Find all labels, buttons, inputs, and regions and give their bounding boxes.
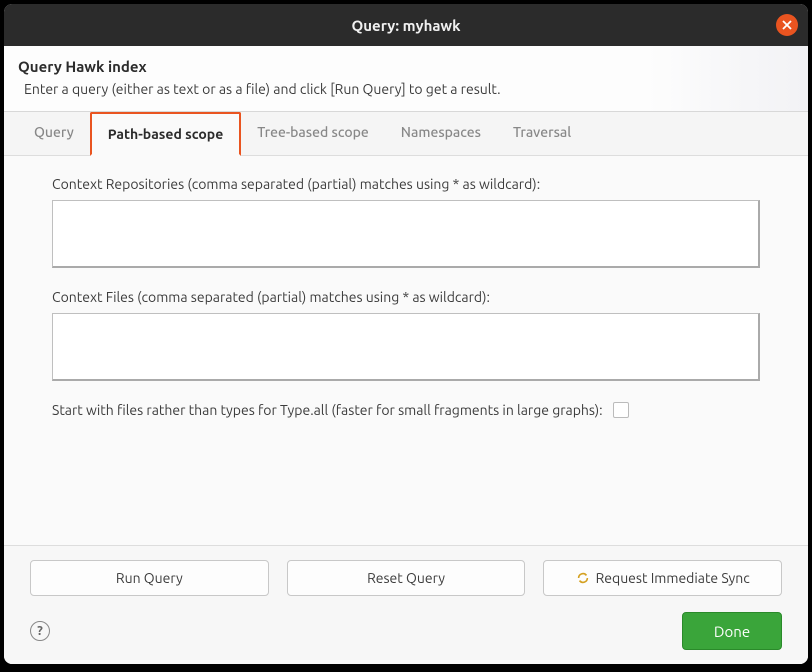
tab-query[interactable]: Query <box>18 112 90 155</box>
help-icon: ? <box>37 624 43 638</box>
reset-query-label: Reset Query <box>367 570 445 586</box>
context-repositories-label: Context Repositories (comma separated (p… <box>52 176 760 192</box>
tab-traversal[interactable]: Traversal <box>497 112 587 155</box>
done-button[interactable]: Done <box>682 612 782 650</box>
header-section: Query Hawk index Enter a query (either a… <box>4 46 808 112</box>
help-button[interactable]: ? <box>30 621 50 641</box>
window-title: Query: myhawk <box>351 17 460 34</box>
tab-tree-based-scope[interactable]: Tree-based scope <box>241 112 385 155</box>
button-row: Run Query Reset Query Request Immediate … <box>30 560 782 596</box>
request-sync-label: Request Immediate Sync <box>596 570 750 586</box>
footer: Run Query Reset Query Request Immediate … <box>4 545 808 664</box>
request-sync-button[interactable]: Request Immediate Sync <box>543 560 782 596</box>
page-title: Query Hawk index <box>18 58 794 75</box>
bottom-row: ? Done <box>30 612 782 650</box>
run-query-button[interactable]: Run Query <box>30 560 269 596</box>
sync-icon <box>576 571 590 585</box>
start-with-files-checkbox[interactable] <box>613 402 629 418</box>
context-files-label: Context Files (comma separated (partial)… <box>52 289 760 305</box>
context-files-input[interactable] <box>52 313 760 381</box>
tab-namespaces[interactable]: Namespaces <box>385 112 497 155</box>
page-subtitle: Enter a query (either as text or as a fi… <box>24 81 794 97</box>
dialog-window: Query: myhawk Query Hawk index Enter a q… <box>4 4 808 664</box>
start-with-files-row: Start with files rather than types for T… <box>52 402 760 418</box>
tab-bar: Query Path-based scope Tree-based scope … <box>4 112 808 156</box>
close-icon <box>782 20 792 30</box>
close-button[interactable] <box>776 14 798 36</box>
titlebar: Query: myhawk <box>4 4 808 46</box>
start-with-files-label: Start with files rather than types for T… <box>52 402 603 418</box>
context-repositories-input[interactable] <box>52 200 760 268</box>
tab-path-based-scope[interactable]: Path-based scope <box>90 112 241 156</box>
content-area: Context Repositories (comma separated (p… <box>4 156 808 545</box>
done-label: Done <box>714 623 750 640</box>
run-query-label: Run Query <box>116 570 183 586</box>
reset-query-button[interactable]: Reset Query <box>287 560 526 596</box>
